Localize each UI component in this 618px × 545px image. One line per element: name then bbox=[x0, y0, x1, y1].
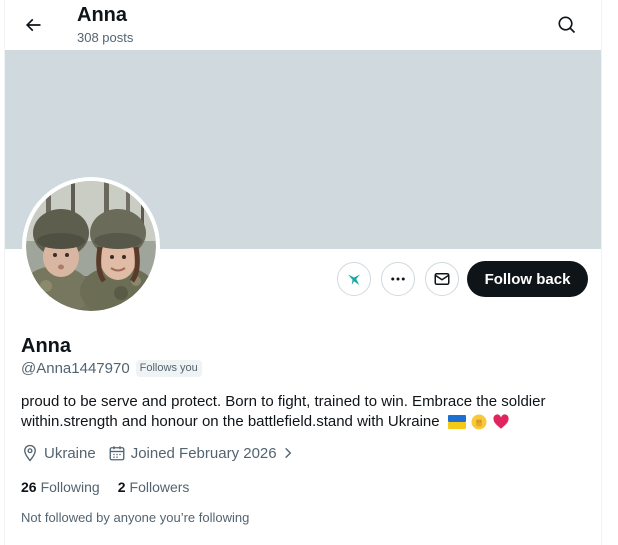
location-pin-icon bbox=[24, 444, 36, 462]
bio-emojis bbox=[447, 412, 510, 432]
avatar-photo bbox=[26, 181, 156, 311]
handle-row: @Anna1447970 Follows you bbox=[21, 360, 202, 377]
joined-date[interactable]: Joined February 2026 bbox=[108, 444, 300, 462]
search-icon bbox=[558, 16, 576, 34]
profile-header: Anna 308 posts bbox=[5, 0, 601, 50]
followers-count: 2 bbox=[117, 479, 126, 495]
header-title: Anna bbox=[77, 4, 127, 26]
raised-fist-icon bbox=[471, 414, 487, 430]
profile-handle: @Anna1447970 bbox=[21, 360, 130, 377]
location-text: Ukraine bbox=[44, 444, 96, 462]
flag-ukraine-icon bbox=[447, 415, 466, 430]
profile-page: Anna 308 posts Follow back Anna @Anna144… bbox=[4, 0, 602, 545]
grok-icon bbox=[348, 274, 360, 285]
follow-back-button[interactable]: Follow back bbox=[467, 261, 588, 297]
profile-meta: Ukraine Joined February 2026 bbox=[21, 444, 312, 462]
chevron-right-icon bbox=[284, 447, 291, 459]
search-button[interactable] bbox=[551, 9, 583, 41]
not-followed-note: Not followed by anyone you’re following bbox=[21, 510, 250, 525]
follows-you-badge: Follows you bbox=[135, 360, 202, 377]
message-button[interactable] bbox=[425, 262, 459, 296]
post-count: 308 posts bbox=[77, 30, 134, 45]
more-button[interactable] bbox=[381, 262, 415, 296]
followers-link[interactable]: 2 Followers bbox=[118, 479, 190, 495]
envelope-icon bbox=[434, 273, 450, 285]
location: Ukraine bbox=[21, 444, 96, 462]
arrow-left-icon bbox=[25, 18, 41, 32]
red-heart-icon bbox=[493, 414, 509, 429]
profile-bio: proud to be serve and protect. Born to f… bbox=[21, 392, 581, 432]
followers-label: Followers bbox=[129, 479, 190, 495]
calendar-icon bbox=[109, 446, 125, 461]
avatar[interactable] bbox=[22, 177, 160, 315]
back-button[interactable] bbox=[17, 9, 49, 41]
follow-counts: 26 Following 2 Followers bbox=[21, 479, 207, 495]
profile-name: Anna bbox=[21, 335, 71, 357]
following-label: Following bbox=[40, 479, 100, 495]
following-count: 26 bbox=[21, 479, 37, 495]
more-dots-icon bbox=[391, 277, 405, 281]
grok-button[interactable] bbox=[337, 262, 371, 296]
following-link[interactable]: 26 Following bbox=[21, 479, 100, 495]
joined-text: Joined February 2026 bbox=[130, 444, 277, 462]
